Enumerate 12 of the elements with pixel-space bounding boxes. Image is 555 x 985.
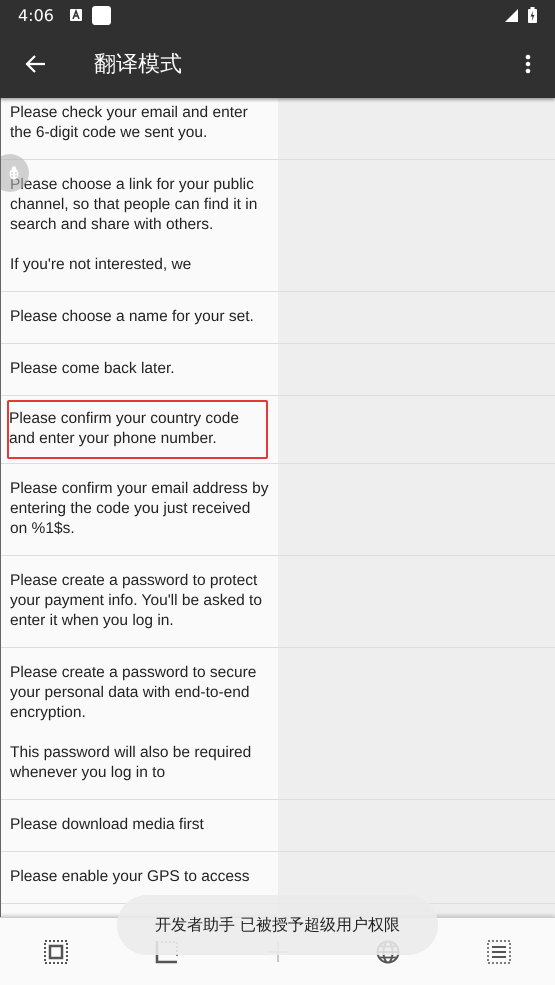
notification-icon bbox=[70, 9, 82, 21]
list-icon[interactable] bbox=[487, 940, 511, 964]
superuser-toast: 开发者助手 已被授予超级用户权限 bbox=[117, 895, 438, 955]
status-time: 4:06 bbox=[18, 6, 54, 24]
square-icon bbox=[92, 6, 111, 24]
more-icon[interactable] bbox=[525, 54, 531, 74]
select-frame-icon[interactable] bbox=[44, 940, 68, 964]
back-arrow-icon[interactable] bbox=[24, 53, 46, 75]
battery-icon bbox=[528, 7, 537, 23]
app-title: 翻译模式 bbox=[94, 51, 182, 79]
string-item[interactable]: Please confirm your country code and enter your phone number. bbox=[7, 400, 268, 459]
signal-icon bbox=[505, 8, 518, 22]
